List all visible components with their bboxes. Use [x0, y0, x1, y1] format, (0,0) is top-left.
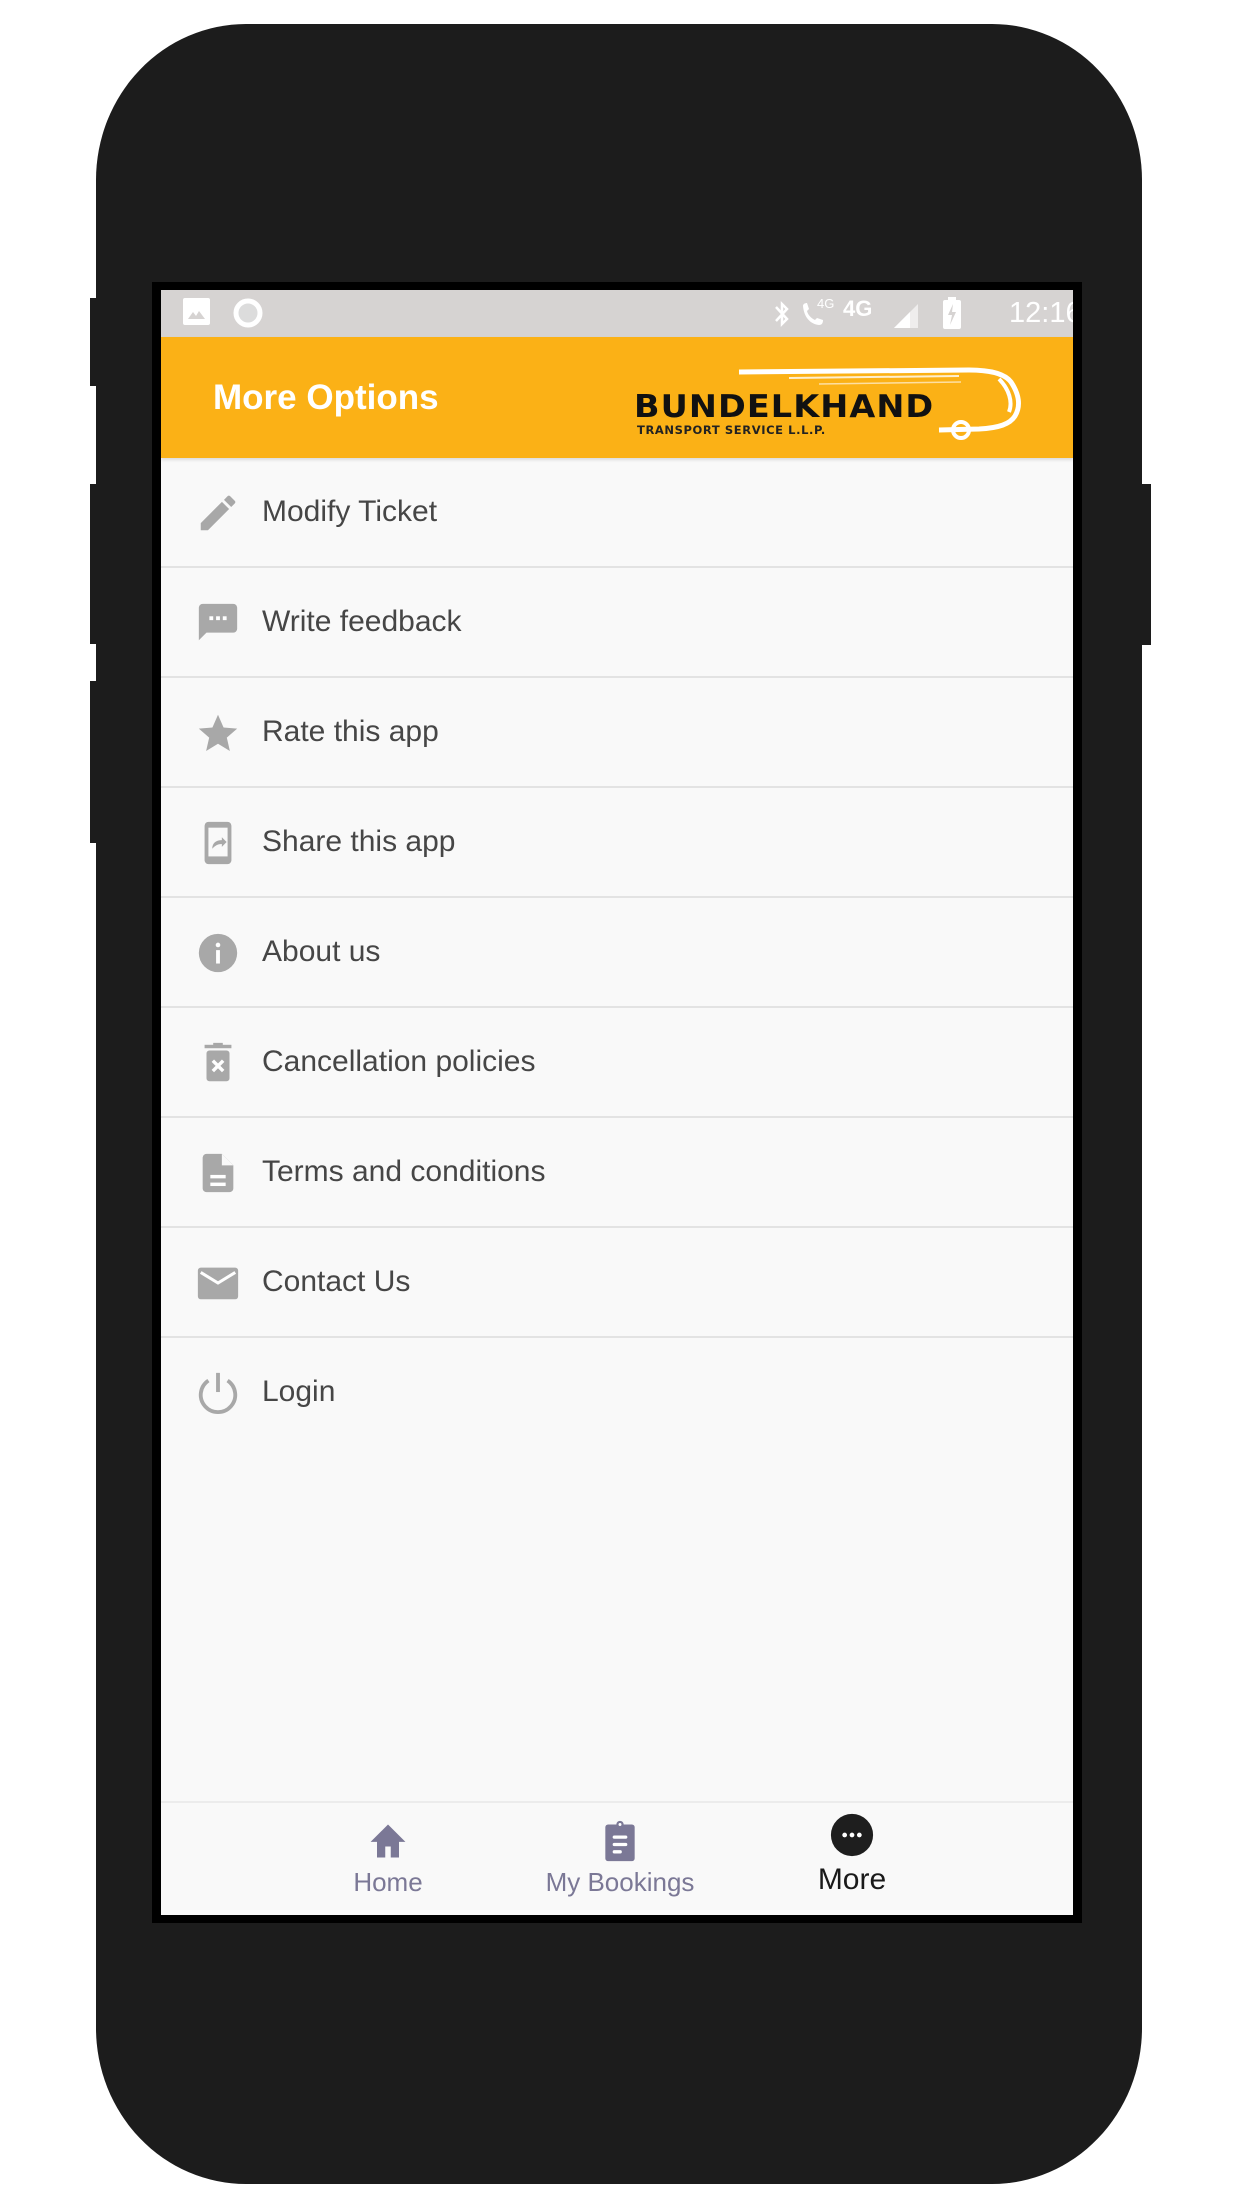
menu-label: Rate this app — [262, 715, 439, 748]
side-button-right — [1140, 484, 1151, 645]
nav-label: Home — [353, 1867, 423, 1897]
pencil-icon — [200, 495, 236, 531]
menu-item-rate-app[interactable]: Rate this app — [161, 678, 1073, 788]
app-header: More Options BUNDELKHAND TRANSPORT SERVI… — [161, 337, 1073, 458]
status-bar: 4G 4G 12:16 — [161, 290, 1073, 337]
mail-icon — [197, 1267, 239, 1300]
menu-label: Share this app — [262, 825, 456, 858]
document-icon — [202, 1153, 234, 1193]
more-dots-icon — [830, 1813, 874, 1857]
share-phone-icon — [204, 821, 232, 865]
menu-item-cancellation-policies[interactable]: Cancellation policies — [161, 1008, 1073, 1118]
menu-item-share-app[interactable]: Share this app — [161, 788, 1073, 898]
menu-item-contact-us[interactable]: Contact Us — [161, 1228, 1073, 1338]
logo-main-text: BUNDELKHAND — [634, 389, 935, 425]
signal-icon — [894, 304, 918, 328]
feedback-icon — [198, 603, 238, 641]
menu-label: About us — [262, 935, 381, 968]
menu-item-modify-ticket[interactable]: Modify Ticket — [161, 458, 1073, 568]
menu-item-write-feedback[interactable]: Write feedback — [161, 568, 1073, 678]
options-menu: Modify Ticket Write feedback Rate this a… — [161, 458, 1073, 1446]
side-button-left-2 — [90, 484, 98, 644]
menu-item-about-us[interactable]: About us — [161, 898, 1073, 1008]
page-title: More Options — [213, 378, 439, 417]
menu-label: Login — [262, 1375, 336, 1408]
network-type: 4G — [843, 296, 873, 321]
status-time: 12:16 — [1009, 297, 1073, 329]
menu-label: Modify Ticket — [262, 495, 438, 528]
nav-label: More — [817, 1863, 887, 1896]
side-button-left-1 — [90, 298, 98, 386]
call-network-badge: 4G — [817, 296, 835, 311]
home-icon — [370, 1824, 406, 1858]
brand-logo: BUNDELKHAND TRANSPORT SERVICE L.L.P. — [629, 359, 1029, 441]
bottom-navigation: Home My Bookings More — [161, 1801, 1073, 1915]
menu-label: Cancellation policies — [262, 1045, 536, 1078]
side-button-left-3 — [90, 681, 98, 843]
menu-item-login[interactable]: Login — [161, 1338, 1073, 1446]
nav-tab-home[interactable]: Home — [288, 1803, 488, 1915]
delete-x-icon — [204, 1042, 232, 1082]
clipboard-icon — [605, 1820, 635, 1862]
menu-label: Write feedback — [262, 605, 462, 638]
battery-charging-icon — [943, 297, 961, 329]
logo-sub-text: TRANSPORT SERVICE L.L.P. — [637, 423, 826, 437]
star-icon — [198, 714, 238, 752]
nav-tab-more[interactable]: More — [752, 1803, 952, 1915]
bluetooth-icon — [775, 300, 789, 328]
image-notification-icon — [183, 298, 210, 325]
menu-label: Terms and conditions — [262, 1155, 546, 1188]
app-screen: 4G 4G 12:16 More Options BUNDELKHAND TRA… — [161, 290, 1073, 1915]
power-icon — [198, 1372, 238, 1415]
circle-notification-icon — [233, 298, 263, 328]
nav-tab-my-bookings[interactable]: My Bookings — [520, 1803, 720, 1915]
menu-label: Contact Us — [262, 1265, 411, 1298]
menu-item-terms-conditions[interactable]: Terms and conditions — [161, 1118, 1073, 1228]
nav-label: My Bookings — [545, 1867, 695, 1897]
info-icon — [198, 933, 238, 973]
